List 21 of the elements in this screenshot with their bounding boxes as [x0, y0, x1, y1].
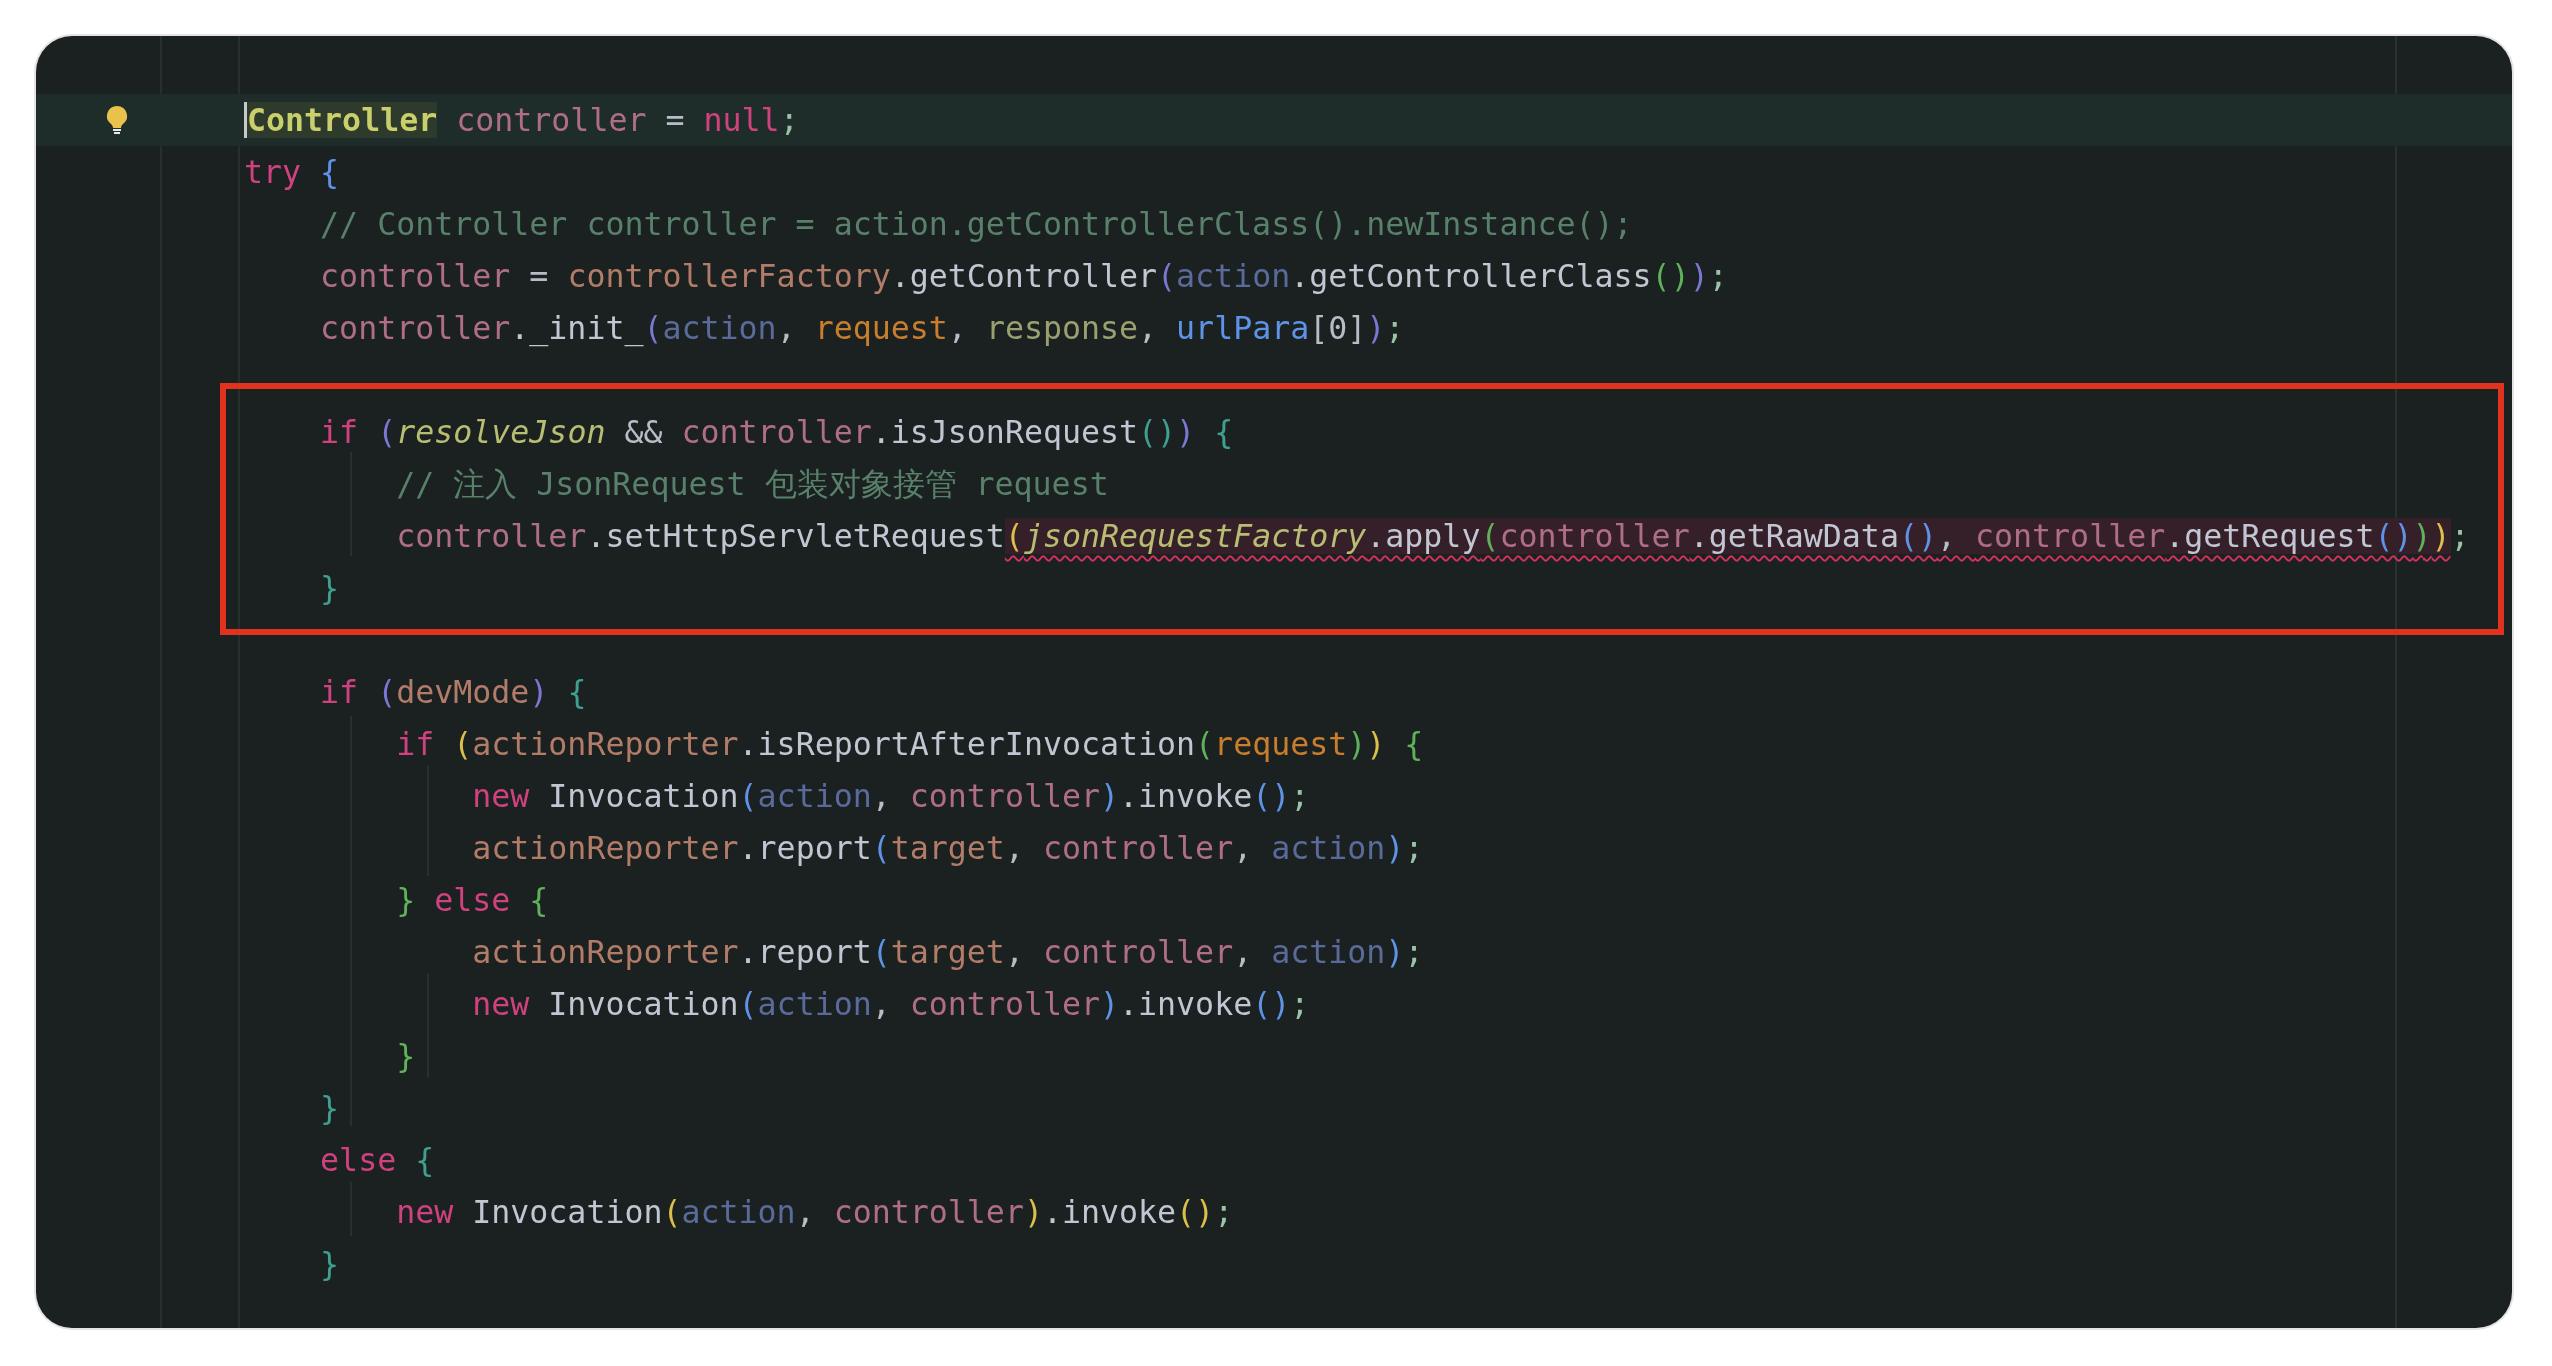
code-line: }: [319, 1089, 340, 1128]
code-line: if (devMode) {: [319, 673, 587, 712]
code-line: if (actionReporter.isReportAfterInvocation(request)) {: [395, 725, 1424, 764]
code-line: new Invocation(action, controller).invoke();: [395, 1193, 1234, 1232]
code-line: else {: [319, 1141, 435, 1180]
code-line: }: [319, 569, 340, 608]
code-line: actionReporter.report(target, controller, action);: [471, 829, 1424, 868]
code-line: }: [319, 1245, 340, 1284]
code-line: // Controller controller = action.getControllerClass().newInstance();: [319, 205, 1633, 244]
code-line: actionReporter.report(target, controller, action);: [471, 933, 1424, 972]
code-line: if (resolveJson && controller.isJsonRequest()) {: [319, 413, 1234, 452]
code-line: new Invocation(action, controller).invoke();: [471, 777, 1310, 816]
code-line: Controller controller = null;: [244, 94, 799, 146]
code-line: }: [395, 1037, 416, 1076]
code-line: controller._init_(action, request, response, urlPara[0]);: [319, 309, 1405, 349]
code-line: controller = controllerFactory.getController(action.getControllerClass());: [319, 257, 1728, 296]
code-line: } else {: [395, 881, 549, 920]
lightbulb-icon[interactable]: [106, 105, 128, 135]
code-line: // 注入 JsonRequest 包装对象接管 request: [395, 465, 1109, 504]
code-line: new Invocation(action, controller).invoke();: [471, 985, 1310, 1024]
code-line: try {: [244, 153, 340, 192]
